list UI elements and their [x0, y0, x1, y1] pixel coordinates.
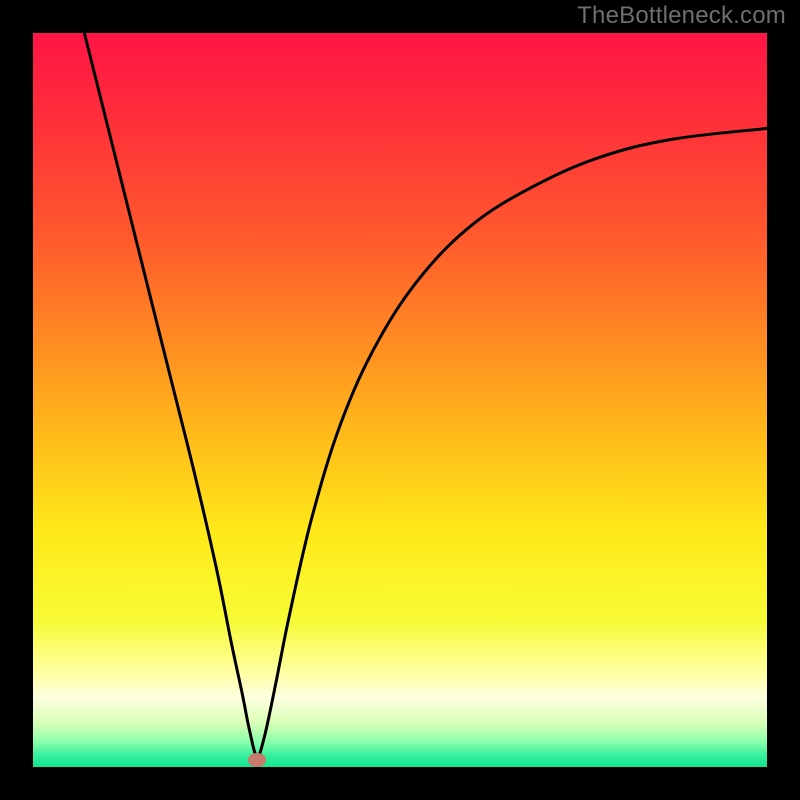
- watermark-text: TheBottleneck.com: [577, 2, 786, 30]
- optimal-point-marker: [248, 753, 266, 767]
- chart-frame: TheBottleneck.com: [0, 0, 800, 800]
- plot-area: [33, 33, 767, 767]
- curve-layer: [33, 33, 767, 767]
- bottleneck-curve: [84, 33, 767, 756]
